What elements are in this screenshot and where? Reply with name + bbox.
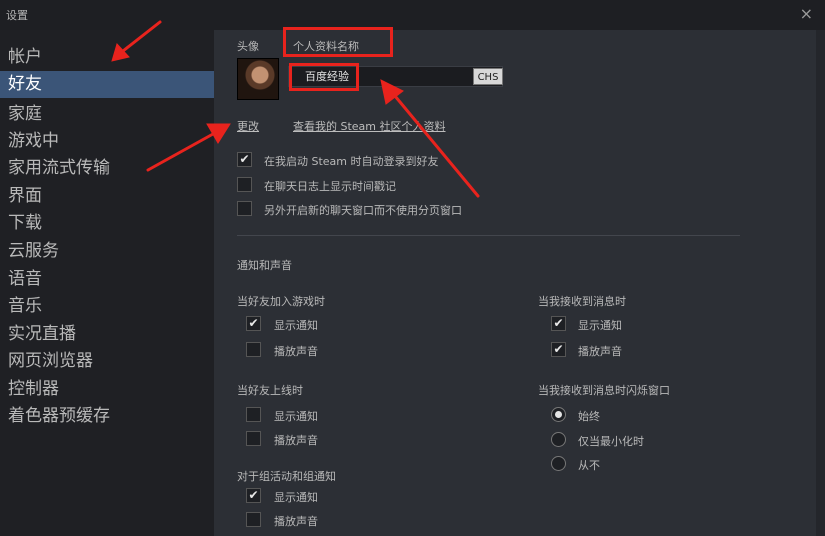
arrow-to-change-link [146, 132, 215, 172]
arrow-to-name-field [393, 94, 480, 198]
arrow-to-sidebar [121, 20, 162, 53]
annotation-arrows [111, 20, 480, 198]
arrow-to-change-link-head [206, 123, 231, 144]
